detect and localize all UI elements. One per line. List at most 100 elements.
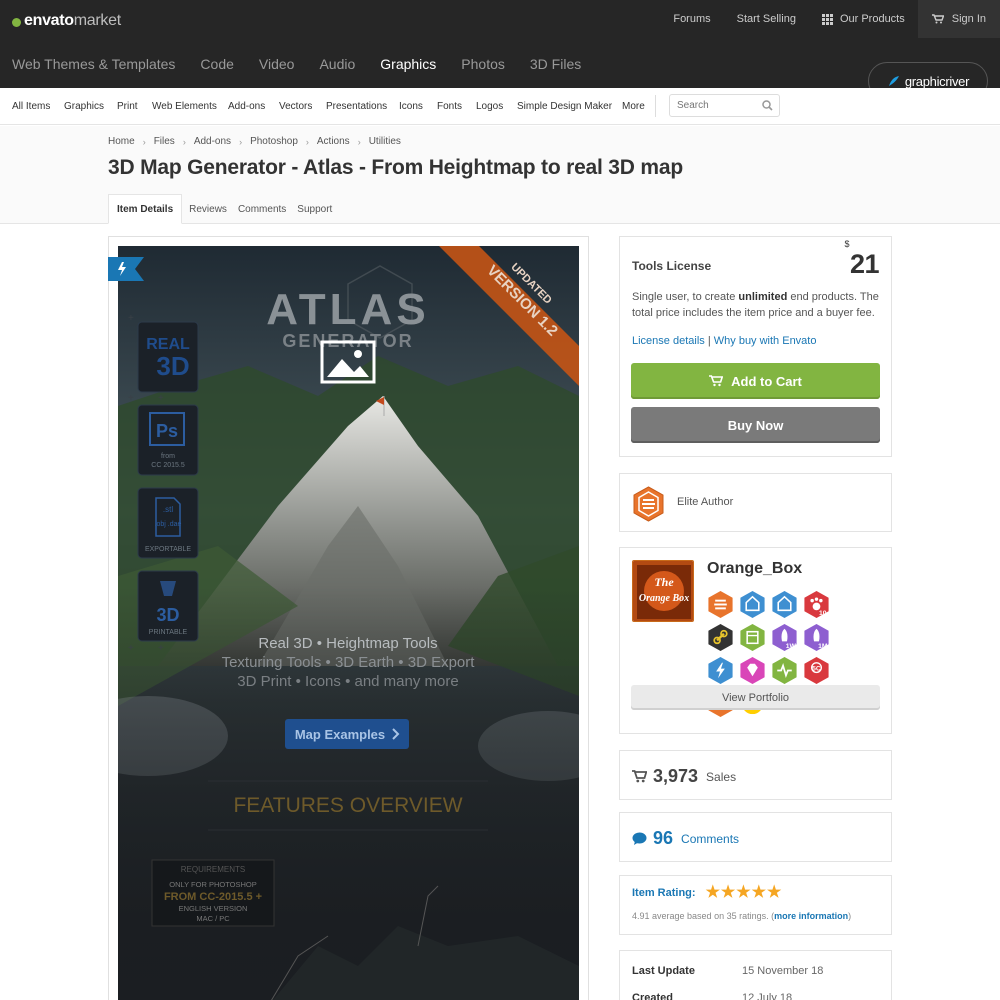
author-badge-paw-icon[interactable]: 10 <box>803 590 830 619</box>
breadcrumb-actions[interactable]: Actions <box>317 136 350 147</box>
buy-now-button[interactable]: Buy Now <box>631 407 880 443</box>
author-badge-dots-icon[interactable]: 5C <box>803 656 830 685</box>
main-nav-item-web-themes-templates[interactable]: Web Themes & Templates <box>12 56 175 72</box>
meta-value: 12 July 18 <box>742 992 793 1000</box>
search-box <box>669 94 780 117</box>
side-badge-1: REAL 3D <box>137 321 199 393</box>
subnav-item-simple-design-maker[interactable]: Simple Design Maker <box>517 101 612 112</box>
subnav-item-web-elements[interactable]: Web Elements <box>152 101 217 112</box>
requirements-line-4: MAC / PC <box>196 914 230 923</box>
graphicriver-label: graphicriver <box>904 73 970 89</box>
subnav-item-fonts[interactable]: Fonts <box>437 101 462 112</box>
features-line-2: Texturing Tools • 3D Earth • 3D Export <box>222 654 476 671</box>
license-desc-bold: unlimited <box>738 291 788 303</box>
breadcrumb-add-ons[interactable]: Add-ons <box>194 136 231 147</box>
subnav-item-vectors[interactable]: Vectors <box>279 101 312 112</box>
author-badge-rocket-icon[interactable]: 1M <box>803 623 830 652</box>
map-examples-button: Map Examples <box>285 719 409 749</box>
item-meta-card: Last Update 15 November 18 Created 12 Ju… <box>619 950 892 1000</box>
breadcrumb-files[interactable]: Files <box>154 136 175 147</box>
cart-icon <box>709 375 724 387</box>
subnav-item-icons[interactable]: Icons <box>399 101 423 112</box>
author-badge-box-icon[interactable] <box>739 623 766 652</box>
author-badge-bolt-icon[interactable] <box>707 656 734 685</box>
author-badge-house-icon[interactable] <box>771 590 798 619</box>
view-portfolio-button[interactable]: View Portfolio <box>631 685 880 710</box>
main-nav-item-3d-files[interactable]: 3D Files <box>530 56 581 72</box>
avatar-text-1: The <box>654 575 674 589</box>
tab-reviews[interactable]: Reviews <box>185 194 231 224</box>
avatar-text-2: Orange Box <box>639 593 689 604</box>
author-badge-lines-icon[interactable] <box>707 590 734 619</box>
author-card: The Orange Box Orange_Box 101W1M5C8 View… <box>619 547 892 734</box>
meta-row-created: Created 12 July 18 <box>632 992 792 1000</box>
side-badge-2-top: Ps <box>156 421 178 441</box>
search-icon[interactable] <box>762 100 773 111</box>
tab-comments[interactable]: Comments <box>234 194 290 224</box>
logo-suffix: market <box>73 12 121 29</box>
breadcrumb-photoshop[interactable]: Photoshop <box>250 136 298 147</box>
license-details-link[interactable]: License details <box>632 335 705 347</box>
author-badge-pulse-icon[interactable] <box>771 656 798 685</box>
star-icon: ★ <box>720 884 736 901</box>
svg-text:+: + <box>158 643 164 654</box>
author-name[interactable]: Orange_Box <box>707 560 802 578</box>
forums-link[interactable]: Forums <box>660 0 723 38</box>
tab-support[interactable]: Support <box>293 194 336 224</box>
search-input[interactable] <box>670 95 755 116</box>
add-to-cart-button[interactable]: Add to Cart <box>631 363 880 399</box>
comments-label: Comments <box>681 831 740 846</box>
main-nav-item-video[interactable]: Video <box>259 56 295 72</box>
subnav-item-presentations[interactable]: Presentations <box>326 101 387 112</box>
sign-in-link[interactable]: Sign In <box>917 0 1000 38</box>
main-nav-item-audio[interactable]: Audio <box>319 56 355 72</box>
preview-brand: ATLAS <box>266 285 429 334</box>
tab-item-details[interactable]: Item Details <box>108 194 183 224</box>
author-badge-link-icon[interactable] <box>707 623 734 652</box>
subnav-item-add-ons[interactable]: Add-ons <box>228 101 265 112</box>
author-badge-house-icon[interactable] <box>739 590 766 619</box>
elite-author-card: Elite Author <box>619 473 892 532</box>
subnav-item-all-items[interactable]: All Items <box>12 101 50 112</box>
author-badge-gem-icon[interactable] <box>739 656 766 685</box>
subnav-item-more[interactable]: More <box>622 101 645 112</box>
subnav-item-graphics[interactable]: Graphics <box>64 101 104 112</box>
comments-stat[interactable]: 96 Comments <box>632 828 739 849</box>
logo-brand: envato <box>24 12 74 29</box>
requirements-line-3: ENGLISH VERSION <box>179 904 248 913</box>
author-badge-rocket-icon[interactable]: 1W <box>771 623 798 652</box>
item-preview-image[interactable]: ATLAS GENERATOR UPDATED VERSION 1.2 REAL… <box>118 246 579 1000</box>
main-nav-item-graphics[interactable]: Graphics <box>380 56 436 72</box>
our-products-label: Our Products <box>839 13 905 25</box>
breadcrumb-utilities[interactable]: Utilities <box>369 136 401 147</box>
breadcrumb: Home › Files › Add-ons › Photoshop › Actions › Uti… <box>108 136 401 147</box>
envato-leaf-icon <box>12 17 21 27</box>
cart-icon <box>931 14 944 24</box>
subnav-item-logos[interactable]: Logos <box>476 101 503 112</box>
author-badge-label: 1W <box>786 643 797 650</box>
envato-market-logo[interactable]: envato market <box>12 12 121 30</box>
requirements-line-2: FROM CC-2015.5 + <box>164 891 262 903</box>
rating-label: Item Rating: <box>632 887 696 899</box>
side-badge-3-top: .stl <box>163 505 173 514</box>
main-nav: Web Themes & Templates Code Video Audio Grap… <box>0 56 594 72</box>
author-avatar[interactable]: The Orange Box <box>632 560 694 622</box>
featured-ribbon-icon <box>108 257 144 281</box>
side-badge-3: .stl .obj .dae EXPORTABLE <box>137 487 199 559</box>
why-buy-link[interactable]: Why buy with Envato <box>714 335 817 347</box>
breadcrumb-home[interactable]: Home <box>108 136 135 147</box>
start-selling-link[interactable]: Start Selling <box>724 0 809 38</box>
meta-key: Created <box>632 992 673 1000</box>
author-badge-label: 5C <box>812 666 821 673</box>
sales-stat: 3,973 Sales <box>632 766 736 787</box>
requirements-title: REQUIREMENTS <box>181 865 245 874</box>
side-badge-4-bottom: 3D <box>156 605 179 625</box>
subnav-item-print[interactable]: Print <box>117 101 138 112</box>
our-products-link[interactable]: Our Products <box>809 0 918 38</box>
page-title: 3D Map Generator - Atlas - From Heightma… <box>108 156 683 179</box>
more-information-link[interactable]: more information <box>774 911 848 921</box>
main-nav-item-code[interactable]: Code <box>200 56 233 72</box>
main-nav-item-photos[interactable]: Photos <box>461 56 505 72</box>
author-badge-label: 10 <box>819 610 827 617</box>
side-badge-3-caption: EXPORTABLE <box>145 546 191 553</box>
